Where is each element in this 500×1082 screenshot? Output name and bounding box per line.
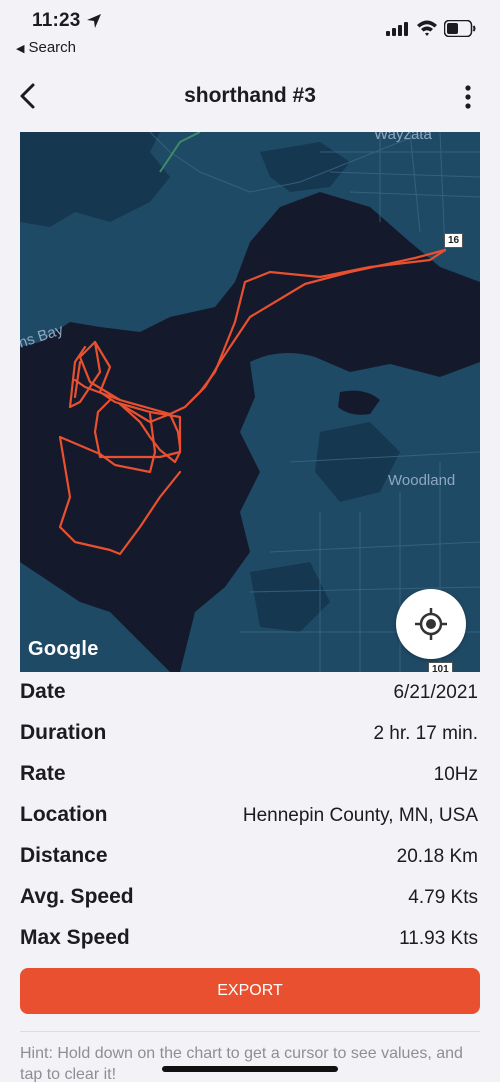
detail-row-location: Location Hennepin County, MN, USA: [20, 799, 480, 840]
battery-icon: [444, 20, 476, 37]
detail-label: Duration: [20, 721, 107, 744]
home-indicator[interactable]: [162, 1066, 338, 1072]
back-app-label: Search: [28, 39, 76, 56]
back-to-search-link[interactable]: ◀ Search: [16, 39, 76, 56]
detail-row-distance: Distance 20.18 Km: [20, 840, 480, 881]
detail-value: Hennepin County, MN, USA: [242, 805, 478, 826]
detail-value: 11.93 Kts: [399, 928, 478, 949]
map-label-woodland: Woodland: [388, 472, 456, 489]
recenter-button[interactable]: [396, 589, 466, 659]
page-title: shorthand #3: [184, 84, 316, 107]
wifi-icon: [417, 20, 437, 36]
detail-label: Date: [20, 680, 66, 703]
detail-label: Avg. Speed: [20, 885, 134, 908]
nav-bar: shorthand #3: [0, 70, 500, 122]
track-map[interactable]: Wayzata ns Bay Woodland 16 101 Google: [20, 132, 480, 672]
map-background: [20, 132, 480, 672]
location-arrow-icon: [87, 14, 101, 28]
google-logo: Google: [28, 638, 99, 660]
route-101-shield: 101: [428, 662, 453, 672]
detail-value: 4.79 Kts: [408, 887, 478, 908]
status-bar: 11:23 ◀ Search: [0, 0, 500, 62]
detail-row-date: Date 6/21/2021: [20, 676, 480, 717]
detail-value: 20.18 Km: [396, 846, 478, 867]
status-time: 11:23: [32, 10, 81, 31]
detail-row-rate: Rate 10Hz: [20, 758, 480, 799]
detail-row-max-speed: Max Speed 11.93 Kts: [20, 922, 480, 963]
crosshair-icon: [415, 608, 447, 640]
detail-value: 6/21/2021: [393, 682, 478, 703]
detail-value: 2 hr. 17 min.: [373, 723, 478, 744]
detail-label: Distance: [20, 844, 108, 867]
hint-text: Hint: Hold down on the chart to get a cu…: [20, 1045, 463, 1082]
divider: [20, 1031, 480, 1032]
detail-label: Location: [20, 803, 108, 826]
route-16-shield: 16: [444, 233, 464, 248]
detail-label: Max Speed: [20, 926, 130, 949]
session-details: Date 6/21/2021 Duration 2 hr. 17 min. Ra…: [20, 676, 480, 963]
back-triangle-icon: ◀: [16, 43, 25, 55]
more-vertical-icon[interactable]: [458, 84, 478, 110]
detail-value: 10Hz: [433, 764, 478, 785]
detail-row-duration: Duration 2 hr. 17 min.: [20, 717, 480, 758]
map-label-wayzata: Wayzata: [374, 132, 432, 143]
detail-label: Rate: [20, 762, 66, 785]
detail-row-avg-speed: Avg. Speed 4.79 Kts: [20, 881, 480, 922]
signal-icon: [386, 22, 408, 36]
export-button[interactable]: EXPORT: [20, 968, 480, 1014]
